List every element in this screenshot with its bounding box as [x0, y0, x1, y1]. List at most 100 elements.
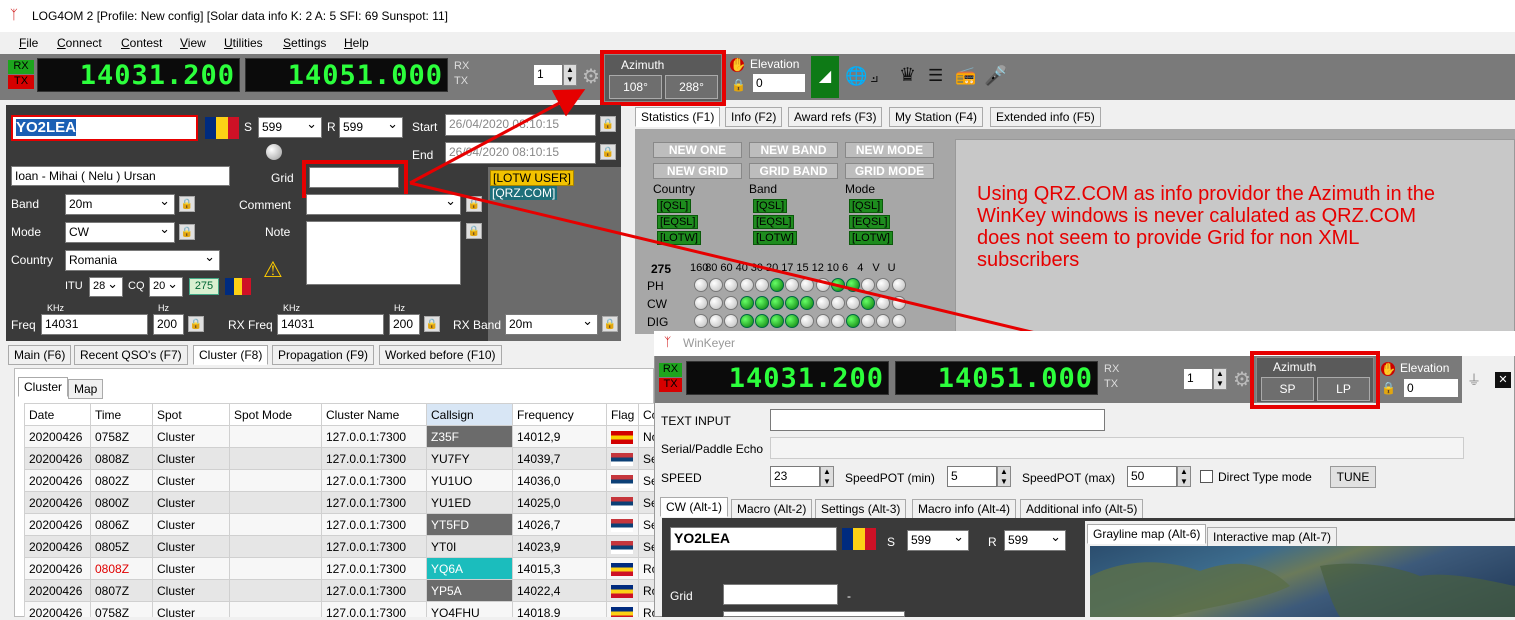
- wk-r-label: R: [988, 535, 997, 549]
- map-continents: [1090, 562, 1515, 617]
- cluster-col-header[interactable]: Frequency: [512, 403, 607, 426]
- cluster-cell-date: 20200426: [24, 447, 91, 470]
- wk-tx-indicator: TX: [659, 378, 682, 392]
- flag-icon: [611, 430, 633, 444]
- cluster-cell-date: 20200426: [24, 579, 91, 602]
- table-row[interactable]: 20200426 0758Z Cluster 127.0.0.1:7300 Z35F 14…: [24, 425, 655, 448]
- cluster-cell-cluster: 127.0.0.1:7300: [321, 579, 427, 602]
- table-row[interactable]: 20200426 0806Z Cluster 127.0.0.1:7300 YT5FD 1…: [24, 513, 655, 536]
- wk-elevation-value: 0: [1407, 381, 1414, 395]
- table-row[interactable]: 20200426 0808Z Cluster 127.0.0.1:7300 YQ6A 14…: [24, 557, 655, 580]
- wk-vfo-spinner[interactable]: ▲ ▼: [1213, 368, 1227, 390]
- cluster-cell-mode: [229, 513, 322, 536]
- cluster-col-header[interactable]: Cluster Name: [321, 403, 427, 426]
- tab-grayline-map[interactable]: Grayline map (Alt-6): [1087, 524, 1207, 544]
- table-row[interactable]: 20200426 0805Z Cluster 127.0.0.1:7300 YT0I 14…: [24, 535, 655, 558]
- wk-callsign-input[interactable]: YO2LEA: [670, 527, 837, 551]
- cluster-cell-time: 0805Z: [90, 535, 153, 558]
- wk-vfo-a-display[interactable]: 14031.200: [686, 361, 889, 395]
- cluster-cell-time: 0808Z: [90, 447, 153, 470]
- table-row[interactable]: 20200426 0800Z Cluster 127.0.0.1:7300 YU1ED 1…: [24, 491, 655, 514]
- speedpot-min-input[interactable]: 5: [947, 466, 997, 487]
- tab-cluster-list[interactable]: Cluster: [18, 377, 69, 397]
- flag-icon: [611, 452, 633, 466]
- cluster-cell-time: 0758Z: [90, 601, 153, 617]
- close-icon[interactable]: ✕: [1495, 372, 1511, 388]
- speedpot-min-spinner[interactable]: ▲ ▼: [997, 466, 1011, 487]
- table-row[interactable]: 20200426 0802Z Cluster 127.0.0.1:7300 YU1UO 1…: [24, 469, 655, 492]
- cluster-col-header[interactable]: Callsign: [426, 403, 513, 426]
- wk-elevation-input[interactable]: 0: [1403, 378, 1459, 398]
- cluster-cell-call: YU1UO: [426, 469, 513, 492]
- wk-rst-sent-select[interactable]: 599: [907, 529, 969, 551]
- tab-cluster-map[interactable]: Map: [68, 379, 104, 399]
- plug-icon[interactable]: ⏚: [1467, 370, 1481, 390]
- speed-input[interactable]: 23: [770, 466, 820, 487]
- speed-value: 23: [774, 469, 788, 483]
- cluster-cell-call: YT0I: [426, 535, 513, 558]
- tune-button[interactable]: TUNE: [1330, 466, 1376, 488]
- cluster-cell-spot: Cluster: [152, 491, 230, 514]
- table-row[interactable]: 20200426 0807Z Cluster 127.0.0.1:7300 YP5A 14…: [24, 579, 655, 602]
- tab-wk-cw[interactable]: CW (Alt-1): [660, 497, 728, 517]
- cluster-cell-call: YP5A: [426, 579, 513, 602]
- cluster-grid: Date Time Spot Spot Mode Cluster Name Callsig…: [24, 403, 655, 617]
- cluster-col-header[interactable]: Spot Mode: [229, 403, 322, 426]
- tab-worked-before[interactable]: Worked before (F10): [379, 345, 502, 365]
- cluster-cell-country: Rom: [638, 579, 655, 602]
- cluster-cell-mode: [229, 579, 322, 602]
- cluster-cell-country: Serb: [638, 491, 655, 514]
- wk-vfo-selector[interactable]: 1: [1183, 368, 1213, 390]
- direct-type-checkbox[interactable]: [1200, 470, 1213, 483]
- cluster-col-header[interactable]: Time: [90, 403, 153, 426]
- tab-recent-qsos[interactable]: Recent QSO's (F7): [74, 345, 188, 365]
- wk-s-label: S: [887, 535, 896, 549]
- wk-vfo-a-value: 14031.200: [728, 362, 884, 394]
- table-row[interactable]: 20200426 0808Z Cluster 127.0.0.1:7300 YU7FY 1…: [24, 447, 655, 470]
- wk-rst-sent-value: 599: [911, 533, 932, 547]
- cluster-col-header[interactable]: Flag: [606, 403, 639, 426]
- country-flag-icon: [606, 447, 639, 470]
- wk-rst-rcvd-select[interactable]: 599: [1004, 529, 1066, 551]
- wk-rst-rcvd-value: 599: [1008, 533, 1029, 547]
- cluster-cell-cluster: 127.0.0.1:7300: [321, 513, 427, 536]
- cluster-cell-spot: Cluster: [152, 557, 230, 580]
- tab-main[interactable]: Main (F6): [8, 345, 72, 365]
- wk-grid-input[interactable]: [723, 584, 838, 605]
- wk-stop-icon[interactable]: ✋: [1381, 362, 1396, 376]
- tab-wk-settings[interactable]: Settings (Alt-3): [815, 499, 907, 519]
- cluster-cell-mode: [229, 469, 322, 492]
- cluster-col-header[interactable]: Spot: [152, 403, 230, 426]
- cluster-cell-spot: Cluster: [152, 469, 230, 492]
- cluster-col-header[interactable]: Date: [24, 403, 91, 426]
- flag-icon: [611, 518, 633, 532]
- tab-wk-macro-info[interactable]: Macro info (Alt-4): [912, 499, 1017, 519]
- cluster-cell-cluster: 127.0.0.1:7300: [321, 425, 427, 448]
- speedpot-max-spinner[interactable]: ▲ ▼: [1177, 466, 1191, 487]
- cluster-col-header[interactable]: Cou: [638, 403, 655, 426]
- cluster-cell-country: Rom: [638, 601, 655, 617]
- wk-lock-icon[interactable]: 🔒: [1381, 381, 1396, 395]
- flag-icon: [611, 474, 633, 488]
- speed-spinner[interactable]: ▲ ▼: [820, 466, 834, 487]
- cluster-cell-mode: [229, 491, 322, 514]
- speed-label: SPEED: [661, 471, 702, 485]
- tab-cluster[interactable]: Cluster (F8): [193, 345, 269, 365]
- table-row[interactable]: 20200426 0758Z Cluster 127.0.0.1:7300 YO4FHU…: [24, 601, 655, 617]
- tab-propagation[interactable]: Propagation (F9): [272, 345, 375, 365]
- cluster-cell-freq: 14026,7: [512, 513, 607, 536]
- speedpot-max-input[interactable]: 50: [1127, 466, 1177, 487]
- cluster-cell-date: 20200426: [24, 425, 91, 448]
- text-input-field[interactable]: [770, 409, 1105, 431]
- wk-vfo-b-display[interactable]: 14051.000: [895, 361, 1098, 395]
- direct-type-label: Direct Type mode: [1218, 470, 1312, 484]
- cluster-cell-call: YO4FHU: [426, 601, 513, 617]
- wk-gear-icon[interactable]: ⚙: [1233, 367, 1251, 392]
- tab-interactive-map[interactable]: Interactive map (Alt-7): [1207, 527, 1338, 547]
- speedpot-min-label: SpeedPOT (min): [845, 471, 935, 485]
- tab-wk-additional-info[interactable]: Additional info (Alt-5): [1020, 499, 1144, 519]
- flag-icon: [611, 562, 633, 576]
- cluster-cell-date: 20200426: [24, 491, 91, 514]
- tab-wk-macro[interactable]: Macro (Alt-2): [731, 499, 813, 519]
- wk-extra-input[interactable]: [723, 611, 905, 617]
